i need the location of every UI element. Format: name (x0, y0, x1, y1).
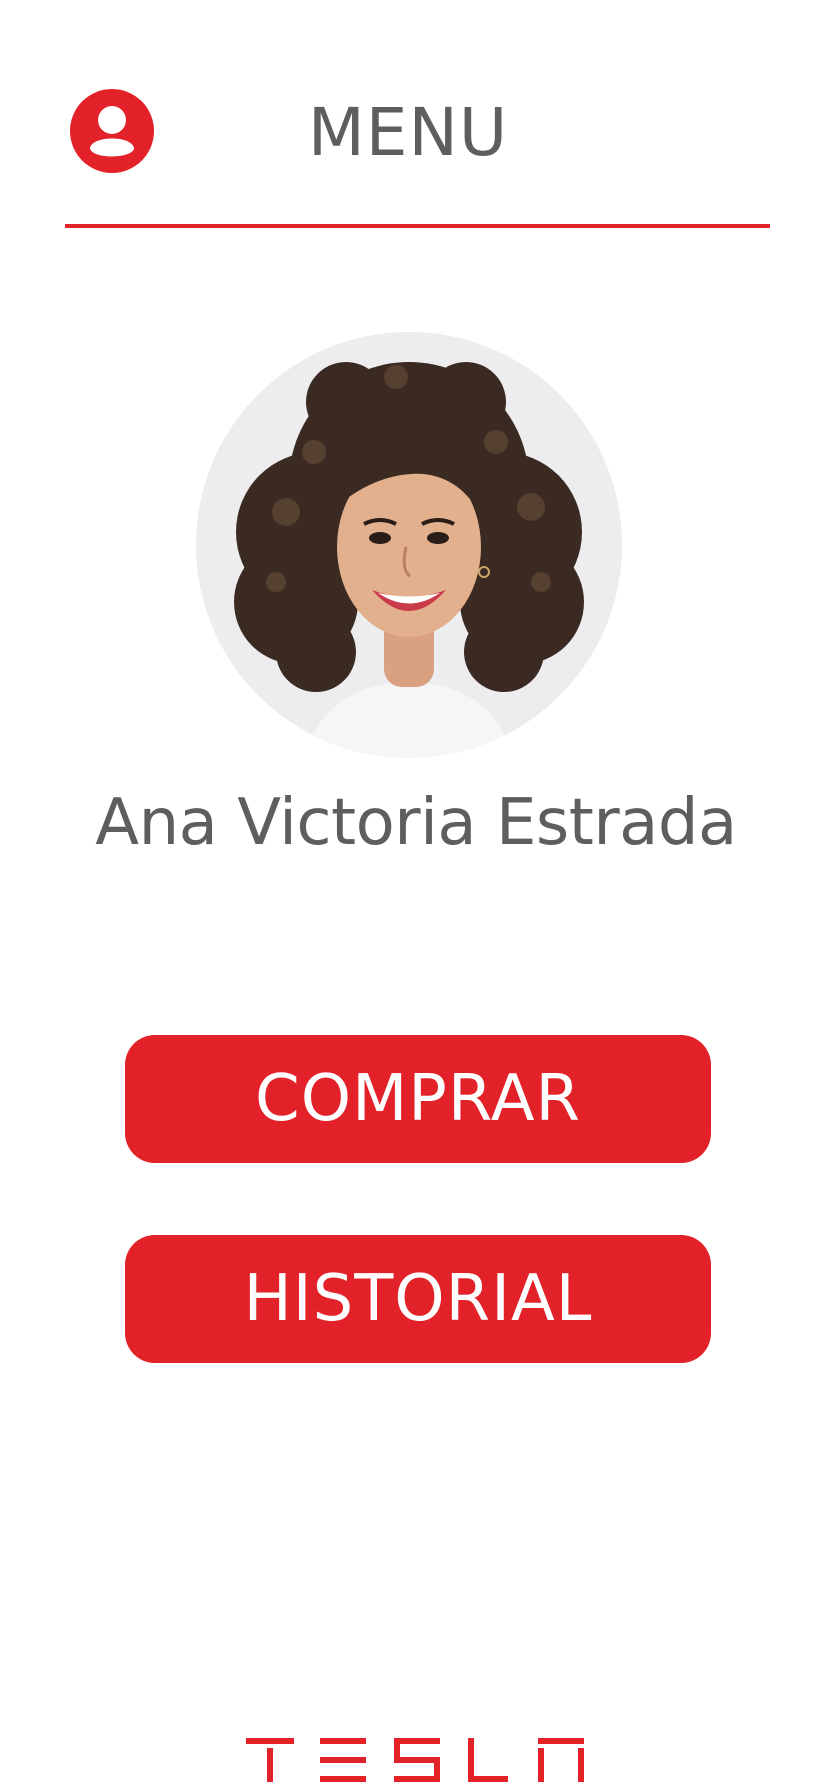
menu-header: MENU (0, 0, 824, 230)
buy-button[interactable]: COMPRAR (125, 1035, 711, 1163)
user-name: Ana Victoria Estrada (95, 786, 737, 860)
tesla-wordmark (246, 1738, 584, 1782)
page-title: MENU (307, 94, 509, 171)
header-divider (65, 224, 770, 228)
profile-avatar (196, 332, 622, 758)
profile-photo (196, 332, 622, 758)
history-button[interactable]: HISTORIAL (125, 1235, 711, 1363)
tesla-logo (246, 1738, 584, 1782)
